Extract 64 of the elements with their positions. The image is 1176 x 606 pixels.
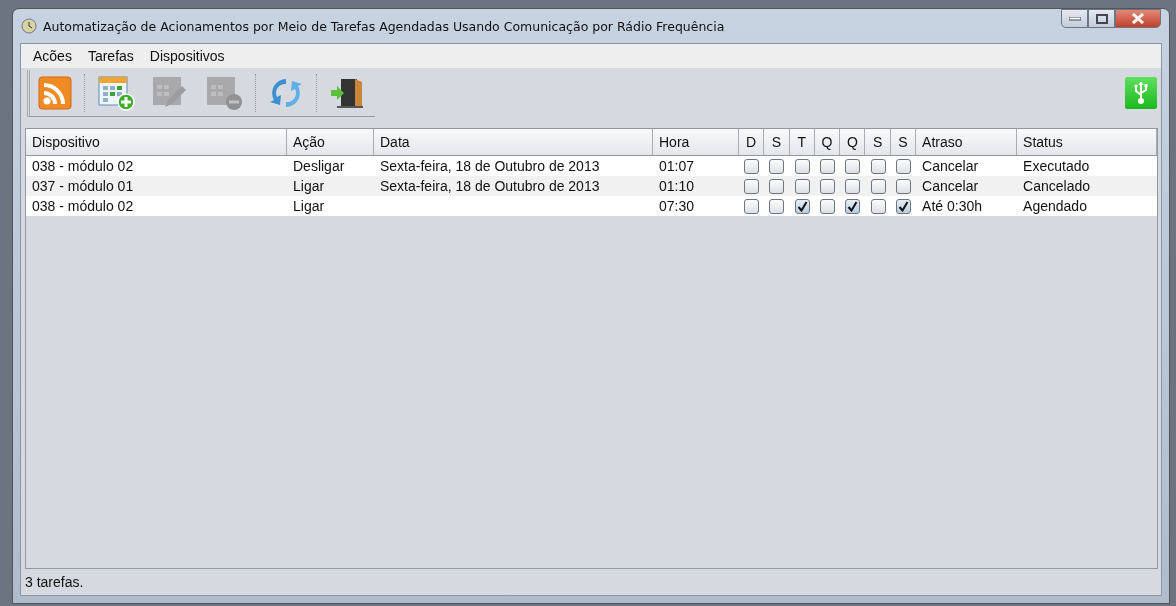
day-checkbox[interactable]: [870, 158, 886, 174]
column-header[interactable]: Status: [1017, 129, 1157, 155]
table-cell-text: 01:07: [658, 157, 696, 176]
column-header[interactable]: S: [865, 129, 891, 155]
day-checkbox[interactable]: [820, 158, 836, 174]
table-cell-text: 038 - módulo 02: [31, 157, 135, 176]
clock-icon: [21, 18, 37, 34]
menu-item[interactable]: Dispositivos: [141, 48, 233, 64]
column-header[interactable]: S: [764, 129, 790, 155]
column-header[interactable]: Hora: [653, 129, 739, 155]
column-header[interactable]: Dispositivo: [26, 129, 287, 155]
column-header[interactable]: Atraso: [916, 129, 1018, 155]
table-cell-text: 01:10: [658, 177, 696, 196]
close-button[interactable]: [1115, 9, 1161, 28]
status-bar-text: 3 tarefas.: [24, 573, 85, 592]
column-header[interactable]: T: [789, 129, 815, 155]
table-cell-text: Cancelar: [921, 177, 980, 196]
table-cell-text: Executado: [1022, 157, 1091, 176]
day-checkbox[interactable]: [744, 158, 760, 174]
day-checkbox[interactable]: [870, 178, 886, 194]
maximize-button[interactable]: [1088, 9, 1115, 28]
day-checkbox[interactable]: [794, 158, 810, 174]
day-checkbox[interactable]: [820, 178, 836, 194]
day-checkbox[interactable]: [845, 178, 861, 194]
day-checkbox[interactable]: [895, 198, 911, 214]
table-cell-text: 038 - módulo 02: [31, 197, 135, 216]
day-checkbox[interactable]: [744, 178, 760, 194]
day-checkbox[interactable]: [845, 198, 861, 214]
day-checkbox[interactable]: [870, 198, 886, 214]
minimize-button[interactable]: [1061, 9, 1088, 28]
column-header[interactable]: Q: [840, 129, 866, 155]
day-checkbox[interactable]: [769, 198, 785, 214]
maximize-icon: [1095, 13, 1108, 24]
day-checkbox[interactable]: [895, 158, 911, 174]
menu-item[interactable]: Acões: [25, 48, 80, 64]
day-checkbox[interactable]: [895, 178, 911, 194]
table-cell-text: Cancelar: [921, 157, 980, 176]
usb-icon: [1125, 77, 1157, 109]
table-cell-text: Cancelado: [1022, 177, 1091, 196]
table-cell-text: 07:30: [658, 197, 696, 216]
table-cell-text: Sexta-feira, 18 de Outubro de 2013: [379, 177, 601, 196]
column-header[interactable]: D: [739, 129, 765, 155]
day-checkbox[interactable]: [794, 178, 810, 194]
day-checkbox[interactable]: [744, 198, 760, 214]
table-cell-text: Até 0:30h: [921, 197, 983, 216]
window-title: Automatização de Acionamentos por Meio de Tarefas Agendadas Usando Comunicação por Rádio Frequência: [43, 18, 725, 34]
column-header[interactable]: S: [890, 129, 917, 155]
day-checkbox[interactable]: [769, 158, 785, 174]
table-cell-text: 037 - módulo 01: [31, 177, 135, 196]
day-checkbox[interactable]: [794, 198, 810, 214]
day-checkbox[interactable]: [769, 178, 785, 194]
column-header[interactable]: Q: [814, 129, 841, 155]
minimize-icon: [1068, 16, 1081, 21]
table-cell-text: Agendado: [1022, 197, 1088, 216]
table-cell-text: Desligar: [292, 157, 346, 176]
column-header[interactable]: Data: [374, 129, 653, 155]
day-checkbox[interactable]: [845, 158, 861, 174]
table-cell-text: Ligar: [292, 177, 326, 196]
table-cell-text: Ligar: [292, 197, 326, 216]
menu-item[interactable]: Tarefas: [79, 48, 142, 64]
day-checkbox[interactable]: [820, 198, 836, 214]
close-icon: [1132, 13, 1144, 24]
table-cell-text: Sexta-feira, 18 de Outubro de 2013: [379, 157, 601, 176]
column-header[interactable]: Ação: [287, 129, 374, 155]
